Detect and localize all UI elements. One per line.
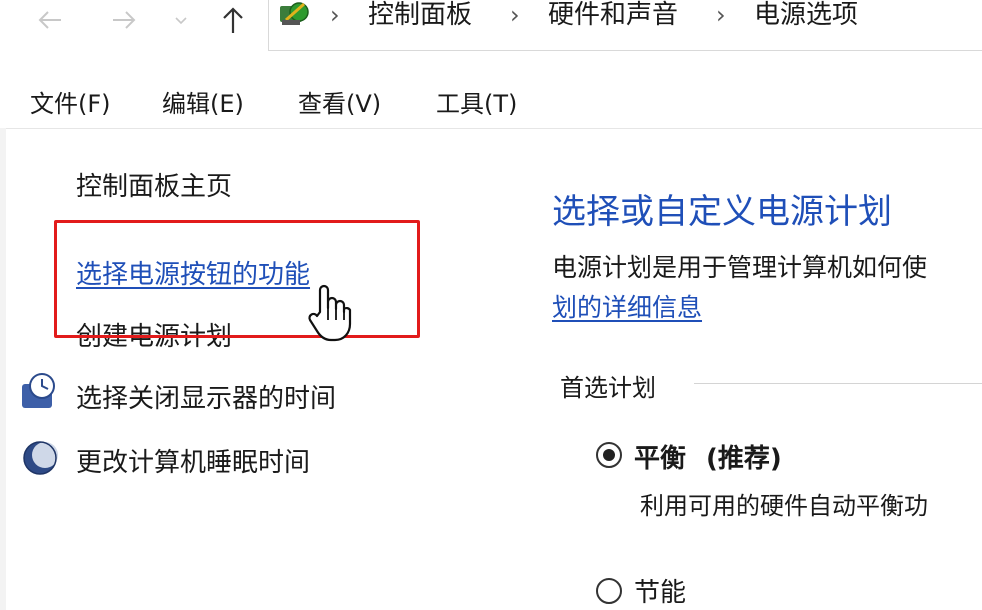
menu-tools[interactable]: 工具(T) xyxy=(436,84,517,119)
hand-cursor-icon xyxy=(306,282,352,348)
forward-button[interactable] xyxy=(104,0,144,40)
up-arrow-icon xyxy=(223,7,243,33)
moon-icon xyxy=(20,438,60,482)
menu-view[interactable]: 查看(V) xyxy=(298,84,381,119)
breadcrumb-separator-icon: › xyxy=(510,1,520,29)
power-saver-plan-name: 节能 xyxy=(634,578,687,608)
control-panel-icon xyxy=(278,0,312,34)
sleep-time-link[interactable]: 更改计算机睡眠时间 xyxy=(76,442,310,479)
menu-edit[interactable]: 编辑(E) xyxy=(162,84,244,119)
back-button[interactable] xyxy=(30,0,70,40)
preferred-plans-heading: 首选计划 xyxy=(560,374,656,402)
breadcrumb-separator-icon: › xyxy=(716,1,726,29)
breadcrumb-separator-icon: › xyxy=(330,1,340,29)
highlight-box xyxy=(54,220,420,338)
menu-file[interactable]: 文件(F) xyxy=(30,84,111,119)
control-panel-home-link[interactable]: 控制面板主页 xyxy=(76,166,232,203)
page-title: 选择或自定义电源计划 xyxy=(552,192,892,232)
monitor-clock-icon xyxy=(20,372,60,416)
recent-locations-button[interactable] xyxy=(170,0,192,40)
balanced-plan-radio[interactable] xyxy=(596,442,622,468)
page-description: 电源计划是用于管理计算机如何使 xyxy=(552,253,928,282)
up-button[interactable] xyxy=(216,0,250,40)
back-arrow-icon xyxy=(38,11,61,29)
breadcrumb-power-options[interactable]: 电源选项 xyxy=(754,0,858,32)
balanced-plan-description: 利用可用的硬件自动平衡功 xyxy=(640,492,928,520)
balanced-plan-name: 平衡 xyxy=(634,444,687,474)
breadcrumb-control-panel[interactable]: 控制面板 xyxy=(368,0,472,32)
section-divider xyxy=(694,383,982,384)
display-off-time-link[interactable]: 选择关闭显示器的时间 xyxy=(76,378,336,415)
left-edge xyxy=(0,128,6,610)
forward-arrow-icon xyxy=(113,11,136,29)
chevron-down-icon xyxy=(175,17,187,25)
breadcrumb-hardware-sound[interactable]: 硬件和声音 xyxy=(548,0,678,32)
balanced-plan-recommended: (推荐) xyxy=(706,444,782,474)
power-saver-plan-radio[interactable] xyxy=(596,578,622,604)
plan-details-link[interactable]: 划的详细信息 xyxy=(552,288,702,324)
